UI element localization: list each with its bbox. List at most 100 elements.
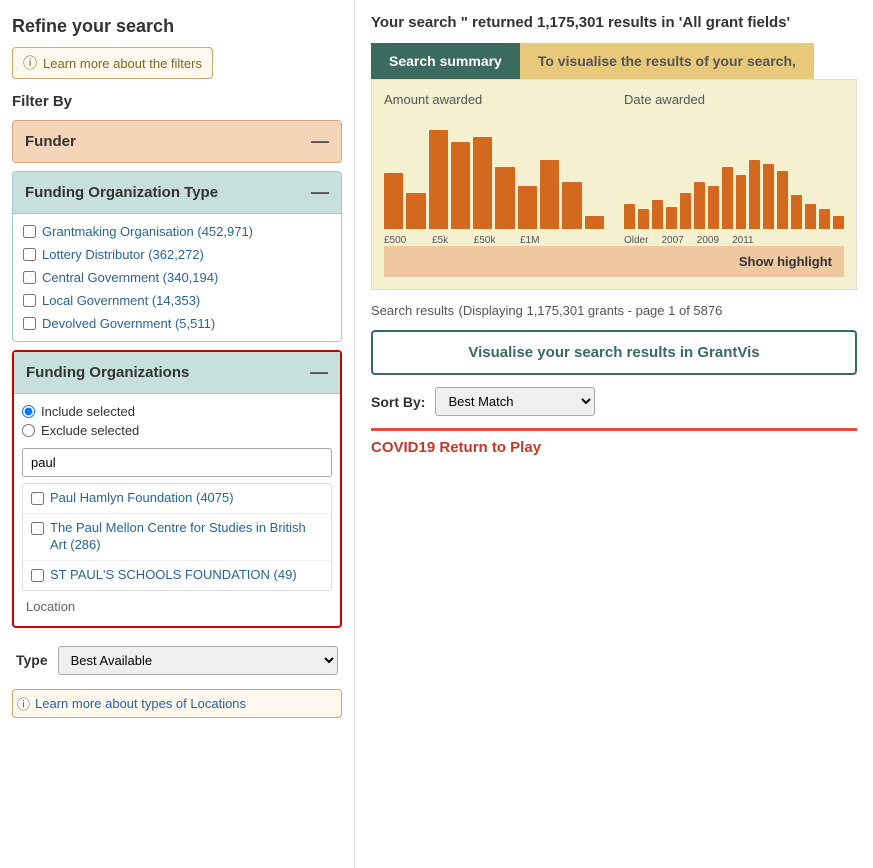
org-type-count-0: (452,971) — [197, 224, 253, 239]
date-label-7 — [757, 235, 764, 246]
funding-orgs-search-input[interactable] — [22, 448, 332, 477]
search-results-label: Search results — [371, 303, 454, 318]
search-results-title: Search results (Displaying 1,175,301 gra… — [371, 302, 857, 320]
exclude-selected-label[interactable]: Exclude selected — [41, 423, 139, 438]
visualise-button[interactable]: Visualise your search results in GrantVi… — [371, 330, 857, 375]
amount-chart-title: Amount awarded — [384, 92, 604, 107]
date-label-9 — [777, 235, 784, 246]
amount-label-0: £500 — [384, 235, 406, 246]
amount-label-4: £50k — [474, 235, 496, 246]
date-bar-11 — [777, 171, 788, 229]
org-checkbox-1[interactable] — [31, 522, 44, 535]
date-bar-2 — [652, 200, 663, 229]
org-type-count-2: (340,194) — [163, 270, 219, 285]
type-section: Type Best Available Exact Approximate — [12, 636, 342, 685]
show-highlight-label: Show highlight — [739, 254, 832, 269]
learn-more-filters-label: Learn more about the filters — [43, 56, 202, 71]
org-type-count-3: (14,353) — [152, 293, 200, 308]
org-label-1[interactable]: The Paul Mellon Centre for Studies in Br… — [50, 520, 323, 554]
org-list: Paul Hamlyn Foundation (4075) The Paul M… — [22, 483, 332, 591]
org-type-count-4: (5,511) — [175, 316, 215, 331]
filter-by-label: Filter By — [12, 93, 342, 110]
include-selected-label[interactable]: Include selected — [41, 404, 135, 419]
date-bar-5 — [694, 182, 705, 229]
tabs-row: Search summary To visualise the results … — [371, 43, 857, 79]
org-type-item-0: Grantmaking Organisation (452,971) — [21, 220, 333, 243]
org-type-item-4: Devolved Government (5,511) — [21, 312, 333, 335]
sort-select[interactable]: Best Match Date Amount — [435, 387, 595, 416]
date-label-0: Older — [624, 235, 648, 246]
sort-row: Sort By: Best Match Date Amount — [371, 387, 857, 416]
type-label: Type — [16, 652, 48, 668]
funder-collapse-icon: — — [311, 131, 329, 152]
date-chart-labels: Older 2007 2009 2011 — [624, 235, 844, 246]
funding-org-type-collapse-icon: — — [311, 182, 329, 203]
show-highlight-bar: Show highlight — [384, 246, 844, 277]
amount-chart-labels: £500 £5k £50k £1M — [384, 235, 604, 246]
org-type-label-4[interactable]: Devolved Government (5,511) — [42, 316, 215, 331]
org-type-label-1[interactable]: Lottery Distributor (362,272) — [42, 247, 204, 262]
funding-orgs-body: Include selected Exclude selected Paul H… — [14, 394, 340, 626]
tab-search-summary[interactable]: Search summary — [371, 43, 520, 79]
org-label-2[interactable]: ST PAUL'S SCHOOLS FOUNDATION (49) — [50, 567, 297, 584]
funding-orgs-header[interactable]: Funding Organizations — — [14, 352, 340, 394]
org-label-0[interactable]: Paul Hamlyn Foundation (4075) — [50, 490, 234, 507]
amount-bar-8 — [562, 182, 581, 229]
funding-org-type-label: Funding Organization Type — [25, 184, 218, 201]
amount-label-3 — [452, 235, 471, 246]
tab-search-summary-label: Search summary — [389, 53, 502, 69]
amount-label-5 — [498, 235, 517, 246]
type-select[interactable]: Best Available Exact Approximate — [58, 646, 338, 675]
amount-bar-4 — [473, 137, 492, 229]
org-type-checkbox-1[interactable] — [23, 248, 36, 261]
charts-row: Amount awarded £500 — [384, 92, 844, 246]
org-count-0: (4075) — [196, 490, 234, 505]
org-item-1: The Paul Mellon Centre for Studies in Br… — [23, 514, 331, 561]
amount-label-8 — [564, 235, 583, 246]
exclude-selected-item: Exclude selected — [22, 421, 332, 440]
tab-visualise[interactable]: To visualise the results of your search, — [520, 43, 814, 79]
org-type-checkbox-2[interactable] — [23, 271, 36, 284]
learn-more-locations-label: Learn more about types of Locations — [35, 696, 246, 711]
include-exclude-group: Include selected Exclude selected — [22, 402, 332, 440]
info-icon: ⓘ — [23, 53, 37, 73]
org-type-checkbox-3[interactable] — [23, 294, 36, 307]
org-type-checkbox-4[interactable] — [23, 317, 36, 330]
amount-bar-6 — [518, 186, 537, 229]
date-label-13 — [817, 235, 824, 246]
right-panel: Your search " returned 1,175,301 results… — [355, 0, 873, 868]
amount-bar-0 — [384, 173, 403, 229]
funding-orgs-section: Funding Organizations — Include selected… — [12, 350, 342, 628]
date-label-14 — [827, 235, 834, 246]
date-bar-13 — [805, 204, 816, 229]
funding-org-type-header[interactable]: Funding Organization Type — — [13, 172, 341, 214]
learn-more-locations-button[interactable]: ⓘ Learn more about types of Locations — [12, 689, 342, 718]
date-label-1 — [651, 235, 658, 246]
org-type-item-2: Central Government (340,194) — [21, 266, 333, 289]
funder-label: Funder — [25, 133, 76, 150]
org-type-checkbox-0[interactable] — [23, 225, 36, 238]
date-bar-0 — [624, 204, 635, 229]
org-type-label-3[interactable]: Local Government (14,353) — [42, 293, 200, 308]
org-type-item-1: Lottery Distributor (362,272) — [21, 243, 333, 266]
date-label-12 — [807, 235, 814, 246]
org-type-label-2[interactable]: Central Government (340,194) — [42, 270, 218, 285]
left-panel: Refine your search ⓘ Learn more about th… — [0, 0, 355, 868]
date-label-3 — [687, 235, 694, 246]
amount-bar-3 — [451, 142, 470, 229]
amount-bar-7 — [540, 160, 559, 229]
date-bar-chart — [624, 113, 844, 233]
org-checkbox-0[interactable] — [31, 492, 44, 505]
date-bar-1 — [638, 209, 649, 229]
org-type-item-3: Local Government (14,353) — [21, 289, 333, 312]
org-checkbox-2[interactable] — [31, 569, 44, 582]
date-bar-4 — [680, 193, 691, 229]
amount-bar-2 — [429, 130, 448, 229]
funder-header[interactable]: Funder — — [13, 121, 341, 162]
org-type-label-0[interactable]: Grantmaking Organisation (452,971) — [42, 224, 253, 239]
funder-section: Funder — — [12, 120, 342, 163]
amount-bar-5 — [495, 167, 514, 229]
exclude-selected-radio[interactable] — [22, 424, 35, 437]
learn-more-filters-button[interactable]: ⓘ Learn more about the filters — [12, 47, 213, 79]
include-selected-radio[interactable] — [22, 405, 35, 418]
